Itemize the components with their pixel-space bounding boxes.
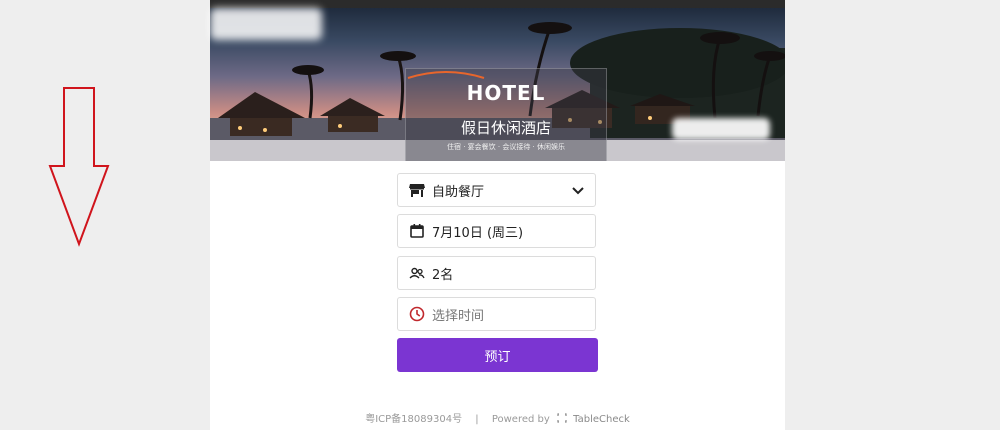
time-placeholder: 选择时间 — [432, 308, 485, 324]
date-field[interactable]: 7月10日 (周三) — [397, 214, 596, 248]
party-size-value: 2名 — [432, 267, 454, 283]
tablecheck-logo-icon — [557, 413, 567, 426]
people-icon — [409, 265, 425, 281]
venue-value: 自助餐厅 — [432, 184, 485, 200]
tablecheck-link[interactable]: TableCheck — [573, 414, 630, 425]
clock-icon — [409, 306, 425, 322]
hotel-services: 住宿 · 宴会餐饮 · 会议接待 · 休闲娱乐 — [446, 143, 566, 151]
date-value: 7月10日 (周三) — [432, 225, 524, 241]
chevron-down-icon — [572, 187, 584, 195]
logo-swoosh — [407, 71, 485, 79]
booking-widget: HOTEL 假日休闲酒店 住宿 · 宴会餐饮 · 会议接待 · 休闲娱乐 自助餐… — [210, 0, 785, 430]
footer-separator: | — [475, 414, 479, 425]
annotation-arrow — [48, 87, 110, 247]
redacted-area — [672, 118, 770, 140]
calendar-icon — [409, 223, 425, 239]
venue-select[interactable]: 自助餐厅 — [397, 173, 596, 207]
icp-license: 粤ICP备18089304号 — [365, 414, 463, 425]
powered-by-label: Powered by — [491, 414, 550, 425]
store-icon — [409, 182, 425, 198]
redacted-area — [210, 8, 322, 40]
footer: 粤ICP备18089304号 | Powered by TableCheck — [210, 410, 785, 426]
hotel-logo: HOTEL — [466, 81, 546, 105]
reserve-button[interactable]: 预订 — [397, 338, 598, 372]
hotel-name: 假日休闲酒店 — [460, 119, 551, 137]
time-select[interactable]: 选择时间 — [397, 297, 596, 331]
party-size-field[interactable]: 2名 — [397, 256, 596, 290]
top-bar — [210, 0, 785, 8]
hotel-logo-card: HOTEL 假日休闲酒店 住宿 · 宴会餐饮 · 会议接待 · 休闲娱乐 — [405, 68, 607, 161]
